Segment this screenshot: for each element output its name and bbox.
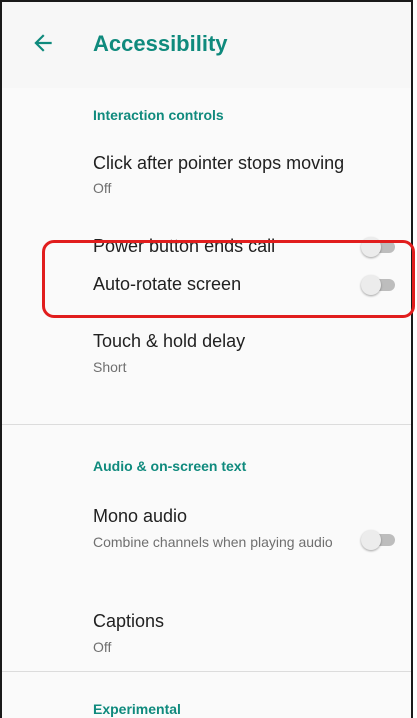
pref-title: Captions [93,611,165,631]
section-divider [2,671,411,672]
pref-summary: Short [93,359,127,375]
section-header-interaction-controls: Interaction controls [93,107,224,123]
highlight-box [42,240,415,318]
pref-title: Click after pointer stops moving [93,153,345,173]
pref-summary: Off [93,180,112,196]
section-divider [2,424,411,425]
section-header-experimental: Experimental [93,701,181,717]
page-title: Accessibility [93,31,228,56]
pref-touch-hold-delay[interactable]: Touch & hold delay Short [2,321,411,393]
pref-click-after-pointer[interactable]: Click after pointer stops moving Off [2,143,411,213]
phone-screen: Accessibility Interaction controls Click… [0,0,413,718]
arrow-back-icon[interactable] [30,30,56,56]
pref-summary: Off [93,639,112,655]
pref-summary: Combine channels when playing audio [93,534,333,550]
settings-list: Interaction controls Click after pointer… [2,88,411,718]
section-header-audio: Audio & on-screen text [93,458,247,474]
app-bar: Accessibility [2,2,411,89]
mono-audio-toggle[interactable] [359,528,397,552]
pref-captions[interactable]: Captions Off [2,603,411,675]
toggle-thumb [361,530,381,550]
pref-title: Mono audio [93,506,188,526]
pref-title: Touch & hold delay [93,331,246,351]
pref-mono-audio[interactable]: Mono audio Combine channels when playing… [2,498,411,588]
